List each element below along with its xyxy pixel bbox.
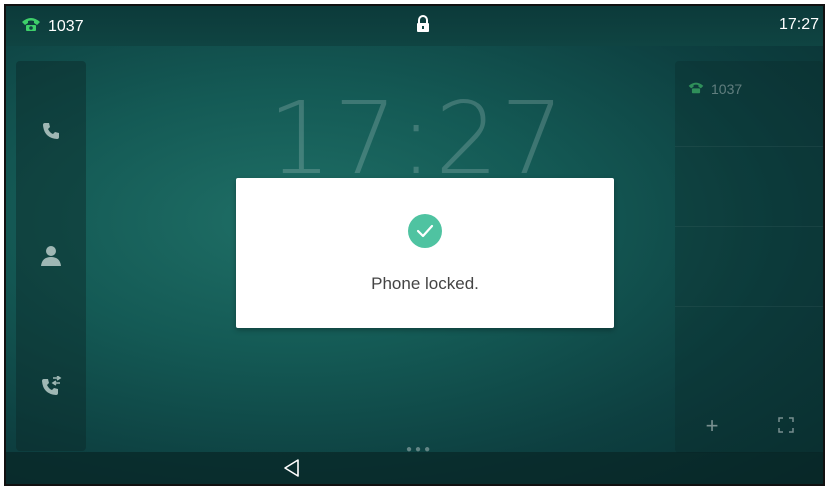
check-circle-icon xyxy=(408,214,442,248)
contact-icon[interactable] xyxy=(31,236,71,276)
panel-account-line[interactable]: 1037 xyxy=(687,81,742,97)
divider xyxy=(675,226,823,227)
expand-button[interactable] xyxy=(749,398,823,453)
add-button[interactable]: + xyxy=(675,398,749,453)
divider xyxy=(675,306,823,307)
account-panel: 1037 + xyxy=(675,61,823,453)
panel-account-number: 1037 xyxy=(711,81,743,97)
phone-icon[interactable] xyxy=(31,111,71,151)
expand-icon xyxy=(778,413,794,439)
sidebar xyxy=(16,61,86,451)
account-number: 1037 xyxy=(48,17,84,35)
phone-screen: 1037 17:27 17:27 1037 + Phone locked. ●●… xyxy=(4,4,825,486)
dialog-message: Phone locked. xyxy=(371,274,479,293)
status-account[interactable]: 1037 xyxy=(20,16,84,37)
navigation-bar xyxy=(6,452,823,484)
lock-dialog: Phone locked. xyxy=(236,178,614,328)
panel-actions: + xyxy=(675,398,823,453)
phone-handset-icon xyxy=(20,16,42,37)
phone-handset-icon xyxy=(687,81,705,97)
status-time: 17:27 xyxy=(778,16,819,33)
lock-icon xyxy=(416,15,430,38)
divider xyxy=(675,146,823,147)
call-history-icon[interactable] xyxy=(31,366,71,406)
plus-icon: + xyxy=(705,412,719,438)
back-triangle-icon[interactable] xyxy=(282,458,302,483)
status-bar: 1037 17:27 xyxy=(6,6,823,46)
